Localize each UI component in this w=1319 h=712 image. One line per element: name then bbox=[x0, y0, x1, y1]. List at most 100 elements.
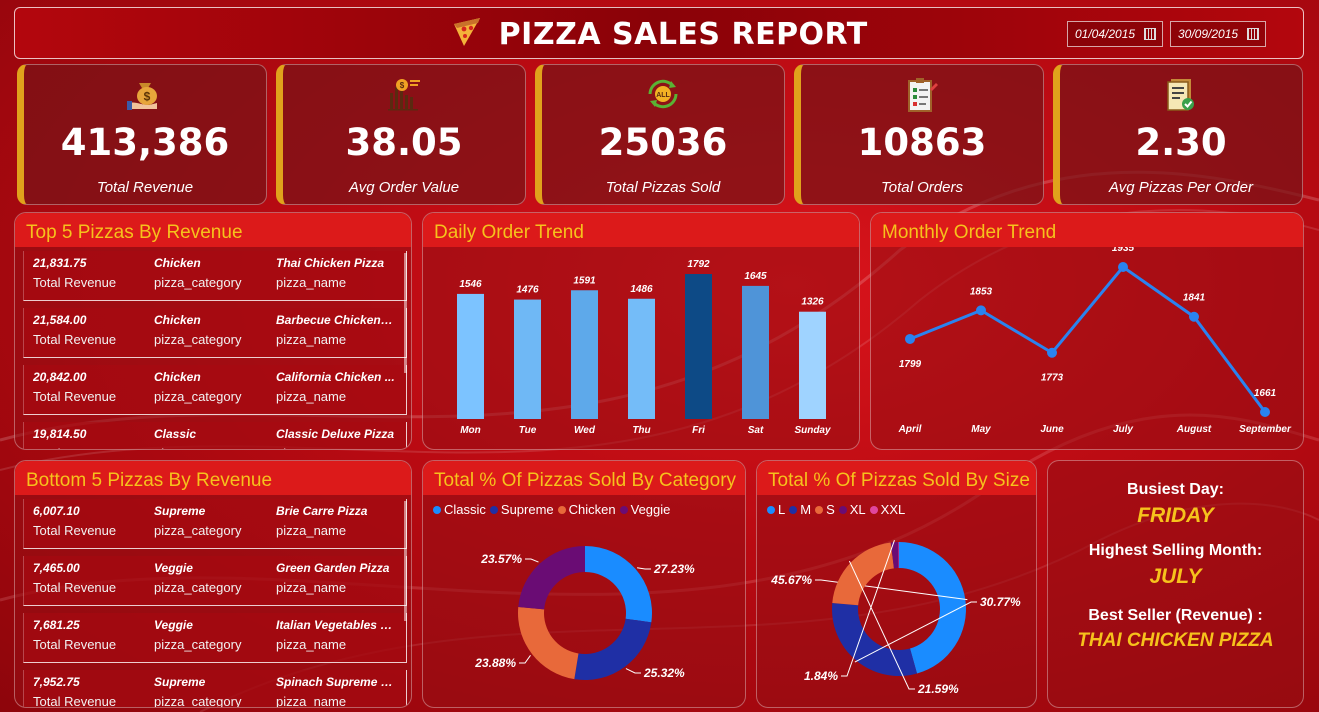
category-label: pizza_category bbox=[154, 523, 242, 538]
slice-classic bbox=[585, 546, 652, 623]
kpi-card-total-orders: 10863 Total Orders bbox=[794, 64, 1044, 205]
leader-line bbox=[519, 655, 531, 664]
category-value: Chicken bbox=[154, 370, 201, 384]
kpi-value: 10863 bbox=[857, 121, 987, 164]
x-tick-label: Sat bbox=[748, 425, 764, 436]
monthly-order-line-chart: 1799 April 1853 May 1773 June 1935 July 1841 Augu… bbox=[898, 247, 1292, 435]
data-point bbox=[1189, 311, 1199, 322]
legend-label: Chicken bbox=[568, 502, 616, 517]
data-label: 1326 bbox=[801, 297, 824, 308]
data-label: 1546 bbox=[459, 279, 482, 290]
x-tick-label: Fri bbox=[692, 425, 705, 436]
revenue-value: 7,681.25 bbox=[33, 618, 80, 632]
pizza-name-label: pizza_name bbox=[276, 332, 347, 347]
pizza-name-value: Spinach Supreme Pi... bbox=[276, 675, 396, 689]
pizza-slice-icon bbox=[450, 16, 484, 53]
bar-mon bbox=[457, 293, 484, 419]
legend-swatch bbox=[557, 506, 566, 514]
bottom5-panel: Bottom 5 Pizzas By Revenue 6,007.10 Supr… bbox=[14, 460, 412, 708]
money-bag-icon: $ bbox=[127, 77, 163, 116]
legend-label: L bbox=[778, 502, 786, 517]
revenue-value: 20,842.00 bbox=[33, 370, 87, 384]
bar-fri bbox=[685, 274, 712, 419]
pizza-name-value: Brie Carre Pizza bbox=[276, 504, 368, 518]
x-tick-label: September bbox=[1239, 424, 1292, 435]
category-value: Supreme bbox=[154, 504, 206, 518]
revenue-label: Total Revenue bbox=[33, 332, 117, 347]
list-item[interactable]: 21,584.00 Chicken Barbecue Chicken P... … bbox=[23, 308, 407, 358]
pizza-name-label: pizza_name bbox=[276, 637, 347, 652]
svg-text:$: $ bbox=[400, 81, 405, 90]
kpi-label: Total Pizzas Sold bbox=[605, 179, 721, 196]
calendar-icon[interactable] bbox=[1144, 28, 1156, 40]
category-label: pizza_category bbox=[154, 446, 269, 449]
start-date-value: 01/04/2015 bbox=[1075, 27, 1136, 41]
data-label: 30.77% bbox=[980, 595, 1021, 609]
revenue-value: 7,952.75 bbox=[33, 675, 80, 689]
legend-swatch bbox=[869, 506, 878, 514]
list-item[interactable]: 20,842.00 Chicken California Chicken ...… bbox=[23, 365, 407, 415]
scrollbar[interactable] bbox=[404, 253, 407, 373]
pizza-name-label: pizza_name bbox=[276, 389, 347, 404]
kpi-value: 2.30 bbox=[1135, 121, 1227, 164]
calendar-icon[interactable] bbox=[1247, 28, 1259, 40]
revenue-value: 6,007.10 bbox=[33, 504, 80, 518]
panel-title: Top 5 Pizzas By Revenue bbox=[15, 213, 411, 247]
end-date-picker[interactable]: 30/09/2015 bbox=[1170, 21, 1266, 47]
category-label: pizza_category bbox=[154, 332, 242, 347]
legend-item: XXL bbox=[869, 502, 905, 517]
legend-swatch bbox=[433, 506, 441, 514]
list-item[interactable]: 19,814.50 Classic Classic Deluxe Pizza T… bbox=[23, 422, 407, 449]
data-label: 23.57% bbox=[480, 552, 522, 566]
list-item[interactable]: 21,831.75 Chicken Thai Chicken Pizza Tot… bbox=[23, 251, 407, 301]
data-point bbox=[1260, 407, 1270, 417]
pizza-name-value: Green Garden Pizza bbox=[276, 561, 390, 575]
best-seller-value: THAI CHICKEN PIZZA bbox=[1077, 630, 1274, 651]
x-tick-label: August bbox=[1176, 424, 1212, 435]
data-label: 23.88% bbox=[474, 656, 516, 670]
legend-swatch bbox=[789, 506, 798, 514]
pizza-name-label: pizza_name bbox=[276, 523, 347, 538]
data-label: 25.32% bbox=[643, 666, 685, 680]
data-point bbox=[976, 305, 986, 316]
start-date-picker[interactable]: 01/04/2015 bbox=[1067, 21, 1163, 47]
list-item[interactable]: 7,952.75 Supreme Spinach Supreme Pi... T… bbox=[23, 670, 407, 707]
panel-title: Bottom 5 Pizzas By Revenue bbox=[15, 461, 411, 495]
top5-list[interactable]: 21,831.75 Chicken Thai Chicken Pizza Tot… bbox=[23, 251, 407, 449]
x-tick-label: June bbox=[1040, 424, 1064, 435]
category-donut-chart: 27.23% 25.32% 23.88% 23.57% bbox=[474, 546, 695, 680]
data-label: 1935 bbox=[1112, 247, 1135, 254]
bar-sat bbox=[742, 285, 769, 419]
pizza-name-label: pizza_name bbox=[276, 694, 347, 707]
list-item[interactable]: 7,465.00 Veggie Green Garden Pizza Total… bbox=[23, 556, 407, 606]
best-seller-label: Best Seller (Revenue) : bbox=[1088, 607, 1263, 624]
report-header: PIZZA SALES REPORT 01/04/2015 30/09/2015 bbox=[14, 7, 1304, 59]
pizza-name-label: pizza_name bbox=[276, 446, 396, 449]
document-check-icon bbox=[1163, 77, 1199, 118]
list-item[interactable]: 7,681.25 Veggie Italian Vegetables P... … bbox=[23, 613, 407, 663]
leader-line bbox=[625, 668, 641, 674]
panel-title: Monthly Order Trend bbox=[871, 213, 1303, 247]
slice-s bbox=[832, 542, 894, 606]
legend-item: Classic bbox=[433, 502, 486, 517]
bar-thu bbox=[628, 298, 655, 419]
data-label: 1661 bbox=[1254, 388, 1277, 399]
kpi-label: Avg Pizzas Per Order bbox=[1109, 179, 1253, 196]
scrollbar[interactable] bbox=[404, 501, 407, 621]
data-label: 1591 bbox=[573, 275, 596, 286]
svg-text:ALL: ALL bbox=[656, 92, 670, 99]
legend-label: S bbox=[826, 502, 835, 517]
revenue-label: Total Revenue bbox=[33, 580, 117, 595]
pizza-name-value: California Chicken ... bbox=[276, 370, 395, 384]
revenue-label: Total Revenue bbox=[33, 446, 148, 449]
leader-line bbox=[525, 558, 539, 563]
x-tick-label: Sunday bbox=[794, 425, 831, 436]
legend-item: XL bbox=[838, 502, 866, 517]
x-tick-label: May bbox=[971, 424, 991, 435]
list-item[interactable]: 6,007.10 Supreme Brie Carre Pizza Total … bbox=[23, 499, 407, 549]
category-value: Veggie bbox=[154, 561, 193, 575]
bottom5-list[interactable]: 6,007.10 Supreme Brie Carre Pizza Total … bbox=[23, 499, 407, 707]
legend-swatch bbox=[838, 506, 847, 514]
pizza-name-label: pizza_name bbox=[276, 275, 347, 290]
category-value: Classic bbox=[154, 427, 197, 441]
